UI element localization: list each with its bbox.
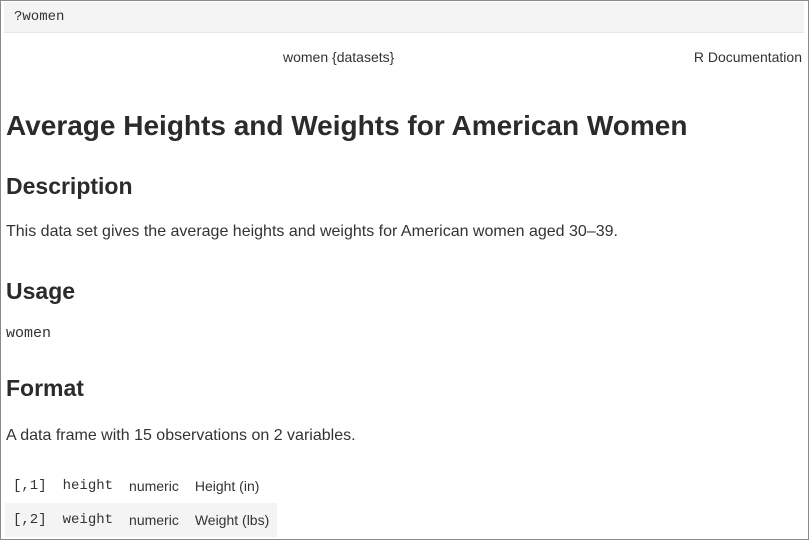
variable-description: Weight (lbs) — [186, 503, 278, 537]
description-text: This data set gives the average heights … — [6, 223, 618, 240]
page-title: Average Heights and Weights for American… — [6, 110, 688, 141]
variable-name: height — [62, 478, 114, 494]
variable-type: numeric — [129, 478, 179, 494]
console-command-line[interactable]: ?women — [4, 2, 804, 33]
format-variables-table: [,1] height numeric Height (in) [,2] wei… — [5, 469, 278, 537]
usage-heading: Usage — [6, 278, 76, 304]
variable-type: numeric — [121, 503, 187, 537]
format-text: A data frame with 15 observations on 2 v… — [6, 427, 356, 444]
description-heading: Description — [6, 173, 133, 199]
help-viewer: ?women women {datasets} R Documentation … — [0, 0, 809, 540]
table-row: [,2] weight numeric Weight (lbs) — [5, 503, 278, 537]
doc-package-label: women {datasets} — [283, 49, 395, 65]
variable-index: [,2] — [5, 503, 55, 537]
variable-index: [,1] — [13, 478, 47, 494]
variable-description: Height (in) — [194, 478, 260, 494]
table-row: [,1] height numeric Height (in) — [5, 469, 277, 503]
doc-source-label: R Documentation — [693, 49, 802, 65]
format-heading: Format — [6, 375, 84, 401]
variable-name: weight — [54, 503, 122, 537]
usage-code: women — [6, 325, 52, 342]
console-command: ?women — [14, 9, 65, 25]
